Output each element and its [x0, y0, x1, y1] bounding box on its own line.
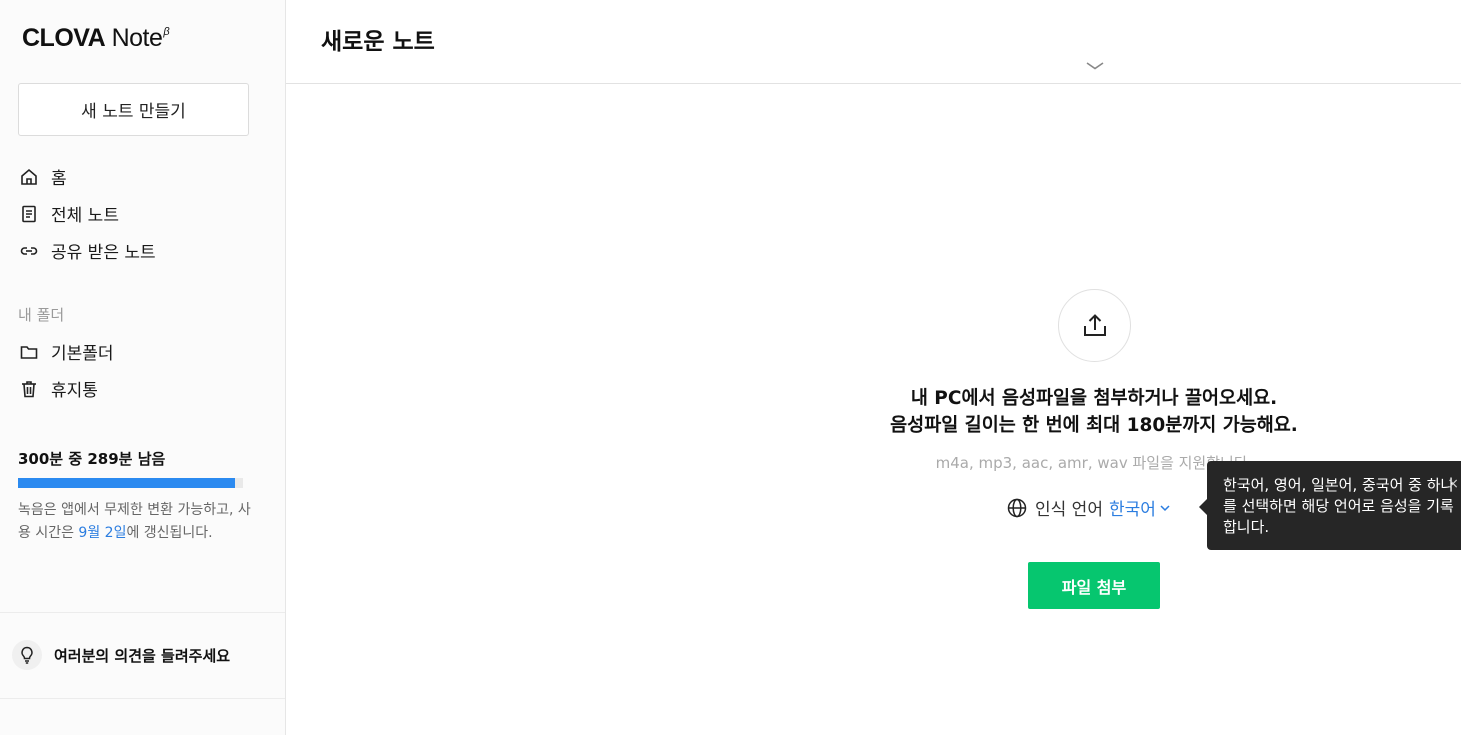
- home-icon: [18, 166, 40, 188]
- app-root: CLOVA Noteβ 새 노트 만들기 홈 전체 노트 공유 받은 노트 내 …: [0, 0, 1461, 735]
- app-logo[interactable]: CLOVA Noteβ: [22, 24, 170, 53]
- sidebar: CLOVA Noteβ 새 노트 만들기 홈 전체 노트 공유 받은 노트 내 …: [0, 0, 286, 735]
- sidebar-item-label: 기본폴더: [51, 344, 114, 364]
- globe-icon: [1007, 498, 1027, 517]
- recognition-language-row: 인식 언어 한국어: [1006, 495, 1171, 520]
- feedback-label: 여러분의 의견을 들려주세요: [54, 646, 231, 665]
- upload-button[interactable]: [1058, 289, 1131, 362]
- sidebar-item-label: 홈: [51, 169, 67, 189]
- usage-renewal-date: 9월 2일: [78, 525, 127, 541]
- usage-progress-fill: [18, 478, 235, 488]
- sidebar-item-trash[interactable]: 휴지통: [18, 370, 114, 407]
- new-note-button[interactable]: 새 노트 만들기: [18, 83, 249, 136]
- upload-instruction-line1: 내 PC에서 음성파일을 첨부하거나 끌어오세요.: [910, 388, 1278, 409]
- sidebar-item-default-folder[interactable]: 기본폴더: [18, 333, 114, 370]
- sidebar-divider: [0, 612, 285, 613]
- language-label: 인식 언어: [1035, 500, 1103, 520]
- folders-section-label: 내 폴더: [18, 306, 65, 324]
- upload-icon: [1083, 313, 1106, 336]
- sidebar-item-label: 공유 받은 노트: [51, 243, 156, 263]
- upload-instruction-line2: 음성파일 길이는 한 번에 최대 180분까지 가능해요.: [890, 415, 1298, 436]
- attach-file-button[interactable]: 파일 첨부: [1028, 562, 1160, 609]
- language-select[interactable]: 한국어: [1109, 495, 1171, 520]
- lightbulb-icon: [12, 640, 42, 670]
- tooltip-text: 한국어, 영어, 일본어, 중국어 중 하나를 선택하면 해당 언어로 음성을 …: [1223, 476, 1455, 536]
- sidebar-item-all-notes[interactable]: 전체 노트: [18, 195, 156, 232]
- usage-desc-text-end: 에 갱신됩니다.: [126, 525, 213, 541]
- main-header: 새로운 노트: [286, 0, 1461, 84]
- link-icon: [18, 240, 40, 262]
- sidebar-item-home[interactable]: 홈: [18, 158, 156, 195]
- sidebar-item-shared-notes[interactable]: 공유 받은 노트: [18, 232, 156, 269]
- main-content: 새로운 노트 내 PC에서 음성파일을 첨부하거나 끌어오세요. 음성파일 길이…: [286, 0, 1461, 735]
- folder-nav: 기본폴더 휴지통: [18, 333, 114, 407]
- folder-icon: [18, 341, 40, 363]
- logo-product: Note: [105, 24, 163, 52]
- usage-description: 녹음은 앱에서 무제한 변환 가능하고, 사용 시간은 9월 2일에 갱신됩니다…: [18, 499, 258, 545]
- usage-remaining-title: 300분 중 289분 남음: [18, 450, 166, 468]
- language-tooltip: 한국어, 영어, 일본어, 중국어 중 하나를 선택하면 해당 언어로 음성을 …: [1199, 461, 1461, 550]
- main-nav: 홈 전체 노트 공유 받은 노트: [18, 158, 156, 269]
- chevron-down-icon[interactable]: [1084, 58, 1106, 72]
- logo-brand: CLOVA: [22, 24, 106, 52]
- close-icon[interactable]: ×: [1447, 474, 1459, 495]
- language-value: 한국어: [1108, 500, 1156, 520]
- sidebar-item-label: 전체 노트: [51, 206, 119, 226]
- usage-progress-bar: [18, 478, 243, 488]
- sidebar-divider: [0, 698, 285, 699]
- logo-beta: β: [163, 26, 170, 38]
- page-title[interactable]: 새로운 노트: [321, 22, 435, 56]
- feedback-link[interactable]: 여러분의 의견을 들려주세요: [12, 640, 230, 670]
- sidebar-item-label: 휴지통: [51, 381, 98, 401]
- document-icon: [18, 203, 40, 225]
- chevron-down-icon: [1160, 504, 1170, 511]
- trash-icon: [18, 378, 40, 400]
